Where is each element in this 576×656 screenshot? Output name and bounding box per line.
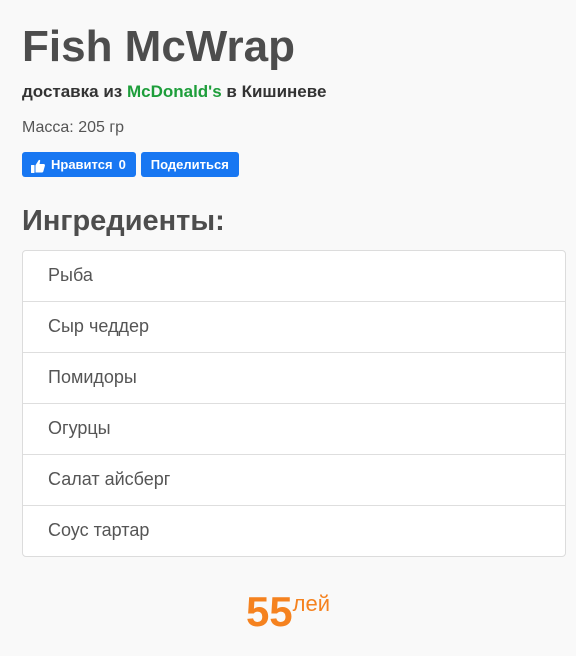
like-count: 0 [118,157,126,172]
list-item: Соус тартар [23,505,565,556]
share-label: Поделиться [150,157,229,172]
list-item: Сыр чеддер [23,301,565,352]
subtitle-prefix: доставка из [22,82,127,101]
price-currency: лей [292,591,331,616]
brand-link[interactable]: McDonald's [127,82,222,101]
ingredients-heading: Ингредиенты: [22,205,225,237]
share-button[interactable]: Поделиться [140,152,239,177]
ingredients-list: Рыба Сыр чеддер Помидоры Огурцы Салат ай… [22,250,566,557]
social-buttons: Нравится 0 Поделиться [22,152,566,177]
thumbs-up-icon [30,157,46,173]
like-label: Нравится [51,157,113,172]
list-item: Рыба [48,265,93,285]
product-title: Fish McWrap [22,22,296,71]
like-button[interactable]: Нравится 0 [22,152,136,177]
product-page: Fish McWrap доставка из McDonald's в Киш… [22,0,566,557]
subtitle-suffix: в Кишиневе [221,82,327,101]
list-item: Помидоры [23,352,565,403]
product-mass: Масса: 205 гр [22,119,125,136]
price-amount: 55 [245,588,293,635]
price: 55лей [0,588,576,636]
list-item: Огурцы [23,403,565,454]
delivery-subtitle: доставка из McDonald's в Кишиневе [22,81,566,103]
list-item: Салат айсберг [23,454,565,505]
